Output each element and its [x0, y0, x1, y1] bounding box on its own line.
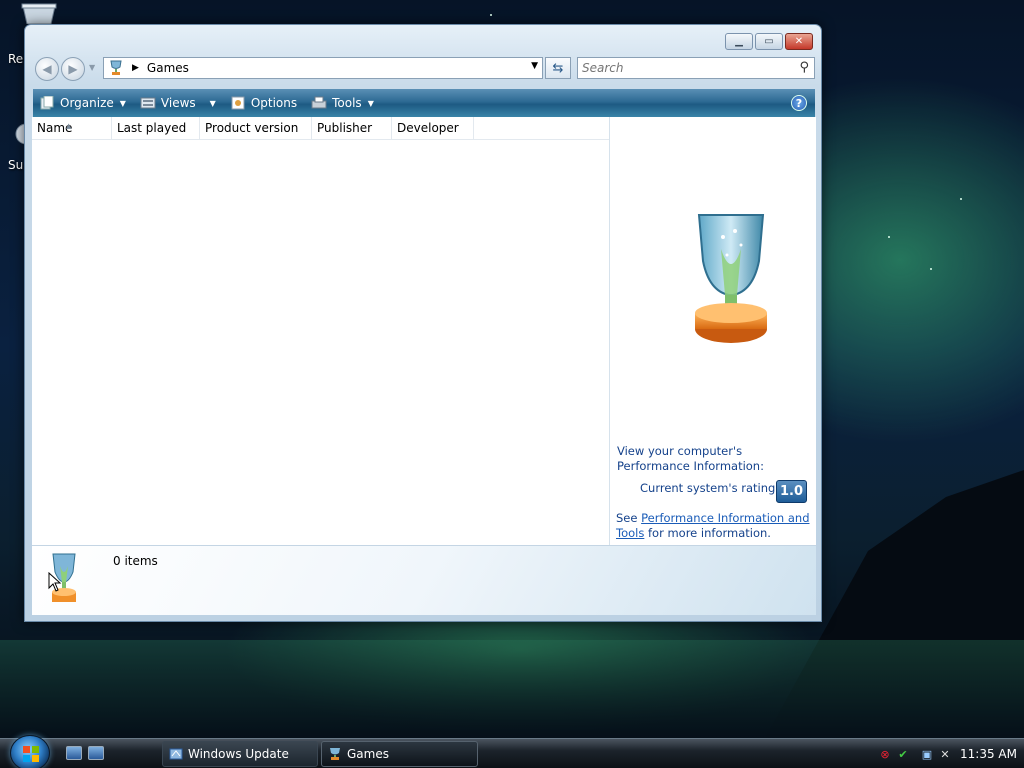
- chevron-down-icon: ▼: [367, 98, 374, 108]
- address-bar[interactable]: ▶ Games ▼: [103, 57, 543, 79]
- options-button[interactable]: Options: [230, 96, 297, 110]
- chevron-down-icon: ▼: [119, 98, 126, 108]
- star: [490, 14, 492, 16]
- column-developer-label: Developer: [397, 121, 459, 135]
- games-trophy-icon: [695, 214, 767, 343]
- help-button[interactable]: ?: [791, 95, 807, 111]
- system-tray: ⊗ ✔ ▣ ✕ 11:35 AM: [874, 739, 1024, 768]
- close-button[interactable]: ✕: [785, 33, 813, 50]
- close-icon: ✕: [794, 36, 804, 47]
- item-count: 0 items: [113, 554, 158, 568]
- column-product-version[interactable]: Product version: [200, 117, 312, 140]
- column-publisher[interactable]: Publisher: [312, 117, 392, 140]
- breadcrumb-games[interactable]: Games: [147, 61, 189, 75]
- minimize-icon: ▁: [735, 36, 743, 47]
- windows-update-icon: [169, 748, 183, 760]
- column-last-played[interactable]: Last played: [112, 117, 200, 140]
- desktop-icon-recycle-bin[interactable]: [20, 2, 58, 25]
- taskbar-item-label: Windows Update: [188, 747, 289, 761]
- options-icon: [231, 96, 245, 110]
- views-menu[interactable]: Views ▼: [140, 96, 216, 110]
- taskbar: Windows Update Games ⊗ ✔ ▣ ✕ 11:35 AM: [0, 735, 1024, 768]
- tools-menu[interactable]: Tools ▼: [311, 96, 374, 110]
- minimize-button[interactable]: ▁: [725, 33, 753, 50]
- options-label: Options: [250, 96, 298, 110]
- refresh-icon: ⇆: [552, 60, 564, 76]
- games-list[interactable]: ▲ Name Last played Product version Publi…: [32, 117, 610, 545]
- organize-label: Organize: [60, 96, 114, 110]
- views-label: Views: [160, 96, 196, 110]
- mouse-cursor-icon: [48, 572, 62, 592]
- forward-button[interactable]: ▶: [61, 57, 85, 81]
- content-area: ▲ Name Last played Product version Publi…: [32, 117, 816, 545]
- see-prefix: See: [616, 511, 642, 525]
- security-alert-icon[interactable]: ⊗: [878, 747, 892, 761]
- details-status-pane: 0 items: [32, 545, 816, 615]
- star: [960, 198, 962, 200]
- start-button[interactable]: [10, 735, 50, 768]
- column-developer[interactable]: Developer: [392, 117, 474, 140]
- recent-pages-dropdown-icon[interactable]: ▼: [89, 63, 95, 72]
- volume-muted-icon[interactable]: ✕: [938, 747, 952, 761]
- performance-information-link[interactable]: View your computer's Performance Informa…: [617, 444, 813, 474]
- switch-windows-icon[interactable]: [88, 746, 104, 760]
- navigation-bar: ◀ ▶ ▼ ▶ Games ▼ ⇆ ⚲: [33, 55, 815, 83]
- sort-ascending-icon: ▲: [66, 122, 72, 130]
- breadcrumb-arrow-icon[interactable]: ▶: [132, 63, 139, 73]
- network-icon[interactable]: ▣: [920, 747, 934, 761]
- search-input[interactable]: [582, 61, 782, 75]
- recycle-bin-icon: [21, 3, 57, 25]
- tools-icon: [311, 96, 327, 109]
- search-icon[interactable]: ⚲: [799, 60, 809, 75]
- games-trophy-icon: [110, 60, 122, 75]
- system-rating-label: Current system's rating:: [640, 481, 780, 495]
- back-button[interactable]: ◀: [35, 57, 59, 81]
- star: [888, 236, 890, 238]
- organize-icon: [40, 96, 54, 110]
- back-arrow-icon: ◀: [42, 62, 52, 76]
- desktop-icon-label[interactable]: Su: [8, 158, 23, 172]
- column-name[interactable]: ▲ Name: [32, 117, 112, 140]
- system-rating-badge[interactable]: 1.0: [776, 480, 807, 503]
- column-publisher-label: Publisher: [317, 121, 373, 135]
- forward-arrow-icon: ▶: [68, 62, 78, 76]
- taskbar-item-windows-update[interactable]: Windows Update: [162, 741, 318, 767]
- maximize-icon: ▭: [764, 36, 774, 47]
- taskbar-item-games[interactable]: Games: [321, 741, 478, 767]
- search-box: ⚲: [577, 57, 815, 79]
- update-check-icon[interactable]: ✔: [896, 747, 910, 761]
- games-window: ▁ ▭ ✕ ◀ ▶ ▼ ▶ Games ▼ ⇆ ⚲ Organize ▼: [24, 24, 822, 622]
- details-pane: View your computer's Performance Informa…: [611, 117, 816, 545]
- show-desktop-icon[interactable]: [66, 746, 82, 760]
- tools-label: Tools: [332, 96, 362, 110]
- star: [930, 268, 932, 270]
- help-icon: ?: [795, 96, 803, 110]
- column-product-version-label: Product version: [205, 121, 299, 135]
- more-information-text: See Performance Information and Tools fo…: [616, 511, 812, 541]
- chevron-down-icon: ▼: [209, 98, 216, 108]
- views-icon: [140, 97, 156, 109]
- maximize-button[interactable]: ▭: [755, 33, 783, 50]
- title-buttons: ▁ ▭ ✕: [725, 33, 813, 50]
- address-dropdown-icon[interactable]: ▼: [531, 61, 538, 71]
- see-suffix: for more information.: [644, 526, 771, 540]
- clock[interactable]: 11:35 AM: [960, 747, 1017, 761]
- refresh-button[interactable]: ⇆: [545, 57, 571, 79]
- desktop-lake: [0, 640, 1024, 740]
- column-last-played-label: Last played: [117, 121, 187, 135]
- column-header-row: ▲ Name Last played Product version Publi…: [32, 117, 609, 140]
- desktop-icon-label[interactable]: Re: [8, 52, 23, 66]
- games-trophy-icon: [330, 748, 340, 760]
- organize-menu[interactable]: Organize ▼: [39, 96, 126, 110]
- command-toolbar: Organize ▼ Views ▼ Options Tools ▼ ?: [33, 89, 815, 117]
- taskbar-item-label: Games: [347, 747, 389, 761]
- windows-logo-icon: [23, 746, 39, 762]
